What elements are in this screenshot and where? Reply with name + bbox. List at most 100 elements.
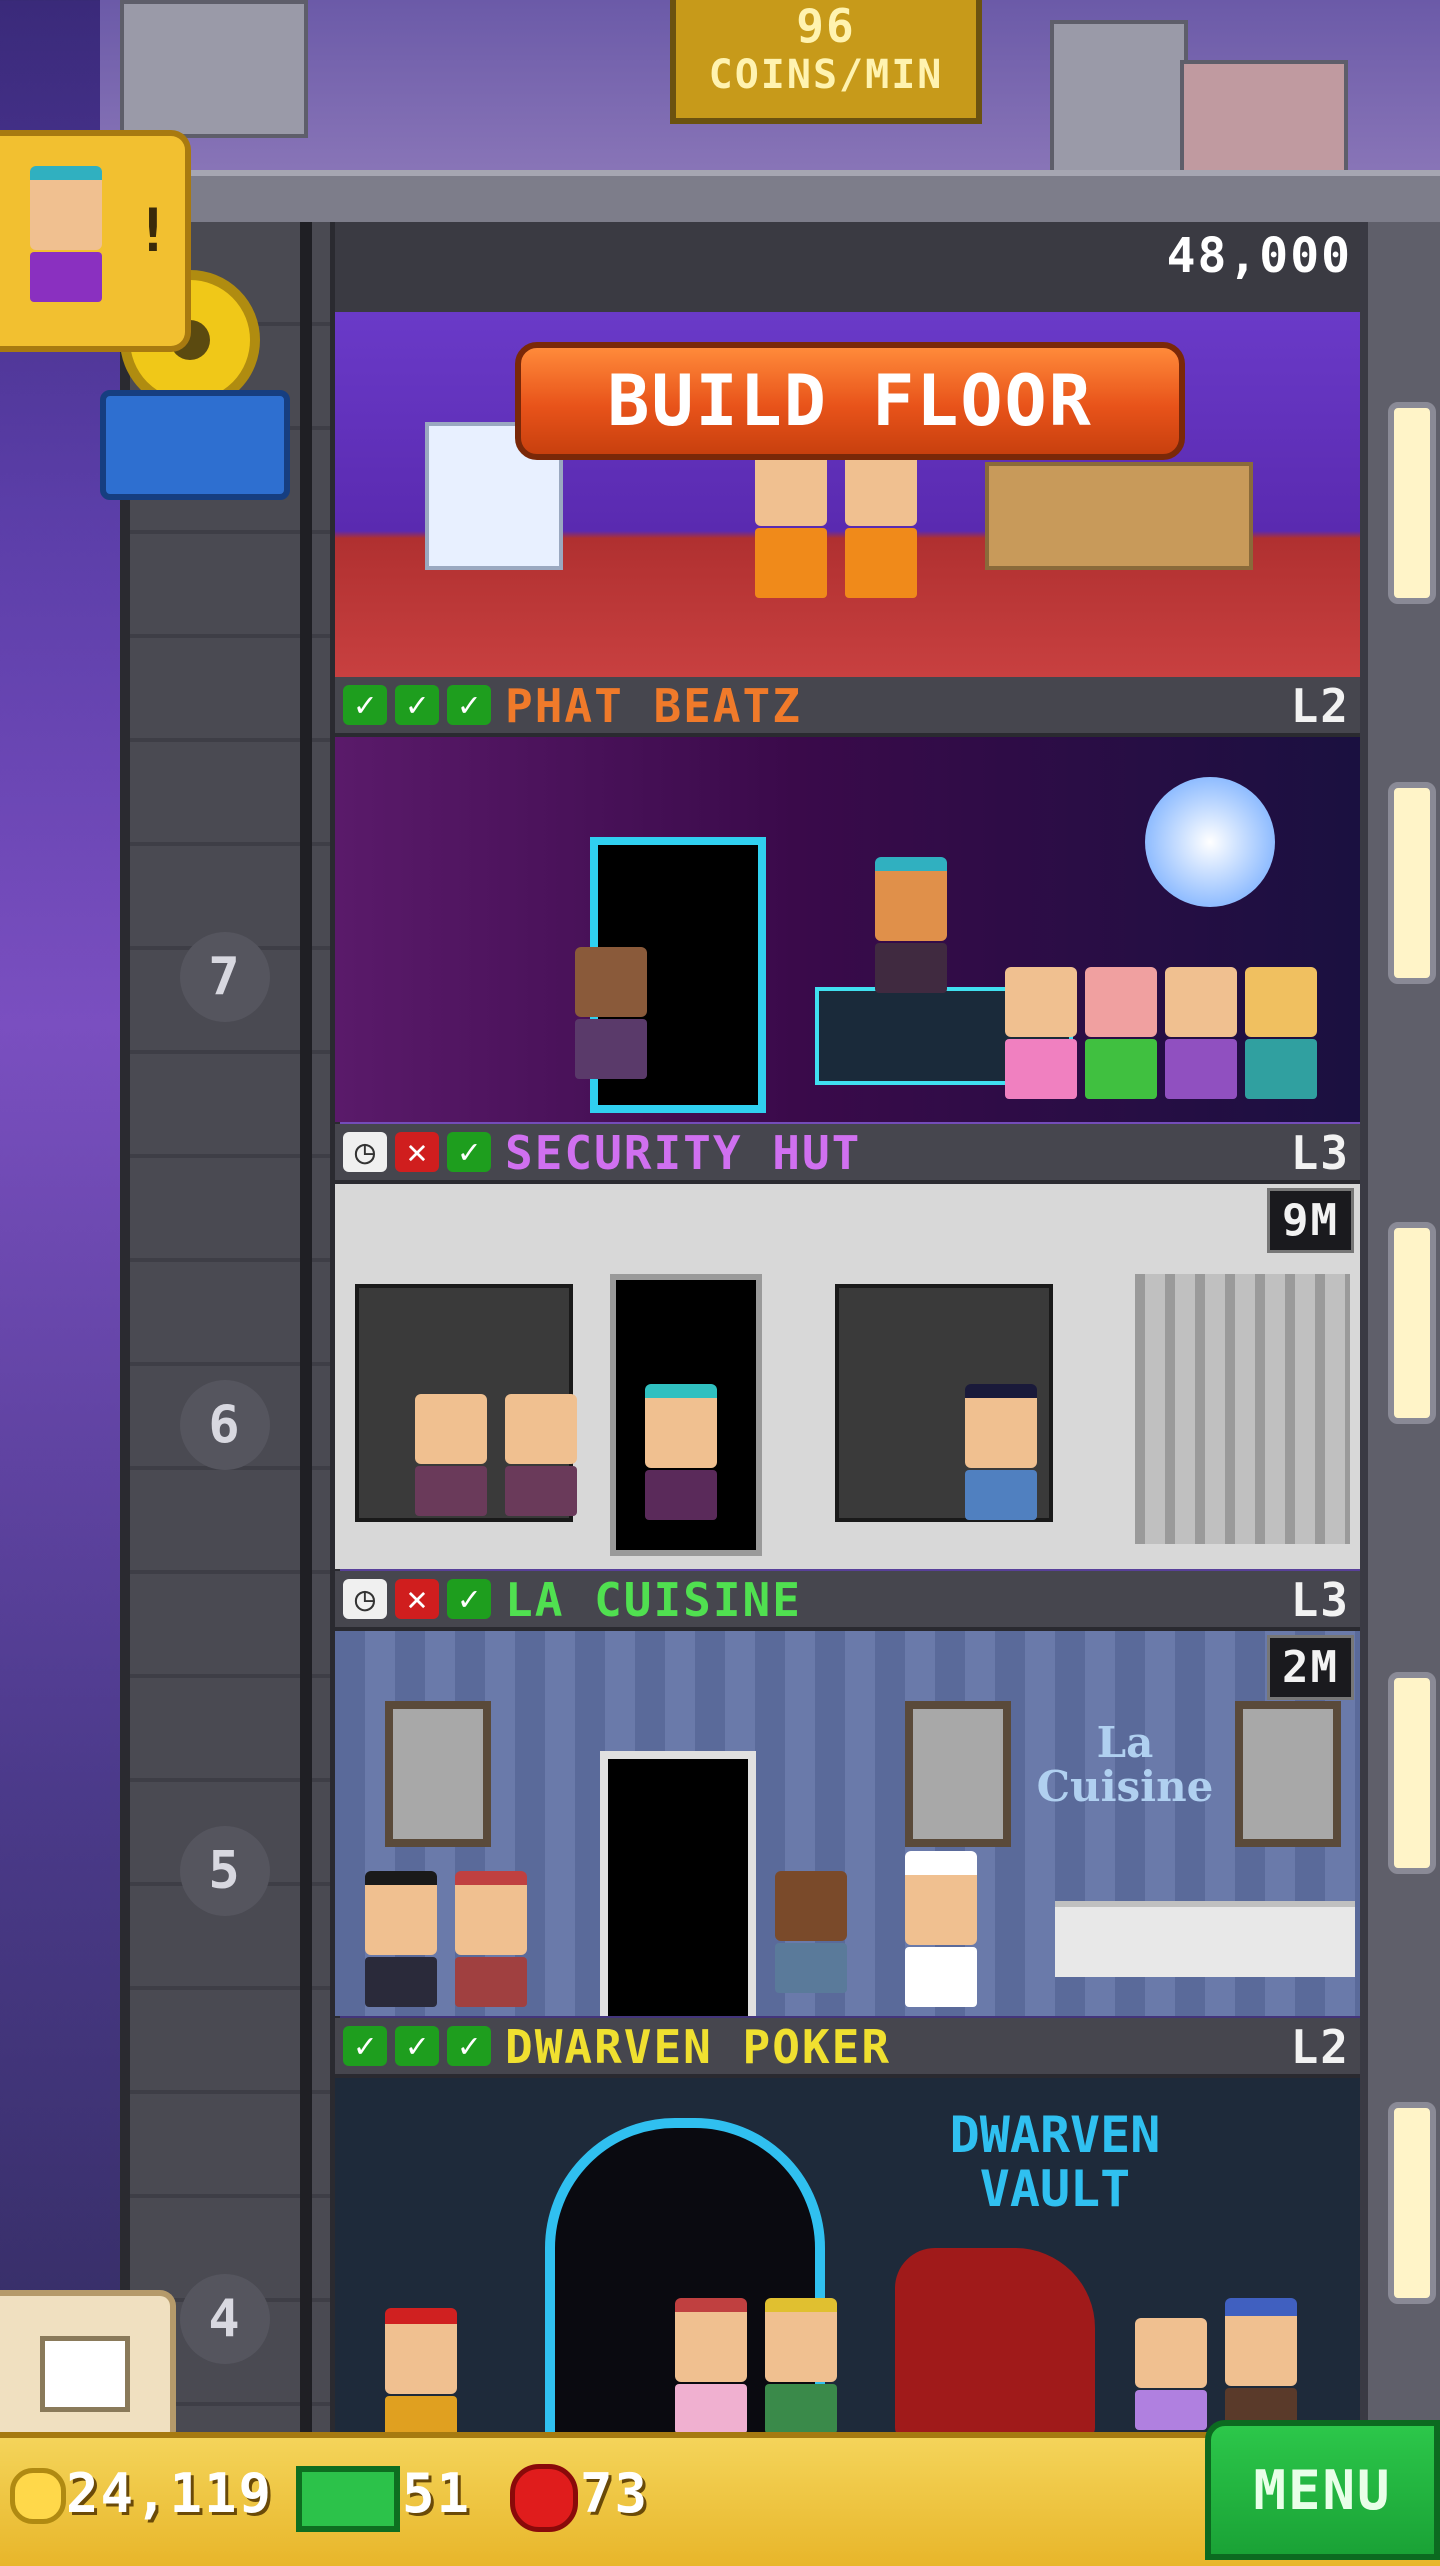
stocked-check-icon: ✓ bbox=[447, 2026, 491, 2066]
floor-dwarven-poker[interactable]: ✓ ✓ ✓ DWARVEN POKER L2 DWARVEN VAULT bbox=[335, 2018, 1360, 2432]
window-light bbox=[1388, 782, 1436, 984]
patron bbox=[575, 947, 647, 1079]
floor-level: L2 bbox=[1290, 2020, 1350, 2074]
gems-count: 73 bbox=[580, 2462, 650, 2525]
customer bbox=[675, 2298, 747, 2432]
dancer bbox=[1165, 967, 1237, 1099]
coins-per-min-label: COINS/MIN bbox=[708, 52, 944, 98]
customer bbox=[365, 1871, 437, 2007]
painting bbox=[1235, 1701, 1341, 1847]
coin-icon bbox=[10, 2468, 66, 2524]
floor-number-7: 7 bbox=[180, 932, 270, 1022]
worker bbox=[505, 1394, 577, 1516]
floor-header: ◷ ✕ ✓ LA CUISINE L3 bbox=[335, 1571, 1360, 1631]
chef bbox=[905, 1851, 977, 2007]
elevator-car[interactable] bbox=[100, 390, 290, 500]
dwarf-wizard bbox=[1225, 2298, 1297, 2432]
floor-header: ✓ ✓ ✓ DWARVEN POKER L2 bbox=[335, 2018, 1360, 2078]
stocked-check-icon: ✓ bbox=[447, 1132, 491, 1172]
clock-icon: ◷ bbox=[343, 1132, 387, 1172]
out-of-stock-x-icon: ✕ bbox=[395, 1579, 439, 1619]
construction-worker bbox=[845, 442, 917, 598]
nightclub-scene bbox=[335, 737, 1360, 1122]
restaurant-doorway bbox=[600, 1751, 756, 2016]
police-officer bbox=[965, 1384, 1037, 1520]
stocked-check-icon: ✓ bbox=[395, 685, 439, 725]
build-floor-button[interactable]: BUILD FLOOR bbox=[515, 342, 1185, 460]
customer bbox=[765, 2298, 837, 2432]
coins-per-min-value: 96 bbox=[796, 0, 856, 53]
roof-building bbox=[1180, 60, 1348, 178]
dwarven-vault-sign: DWARVEN VAULT bbox=[949, 2106, 1161, 2218]
window-light bbox=[1388, 402, 1436, 604]
dancer bbox=[1085, 967, 1157, 1099]
restaurant-scene: La Cuisine bbox=[335, 1631, 1360, 2016]
floor-title: DWARVEN POKER bbox=[505, 2020, 892, 2074]
window-light bbox=[1388, 1672, 1436, 1874]
coins-count: 24,119 bbox=[66, 2462, 274, 2525]
la-cuisine-sign: La Cuisine bbox=[1036, 1718, 1214, 1811]
floor-status: ◷ ✕ ✓ bbox=[343, 1579, 491, 1619]
disco-ball-icon bbox=[1145, 777, 1275, 907]
construction-worker bbox=[755, 442, 827, 598]
floor-phat-beatz[interactable]: ✓ ✓ ✓ PHAT BEATZ L2 bbox=[335, 677, 1360, 1122]
worker bbox=[645, 1384, 717, 1520]
coins-per-min-sign: 96 COINS/MIN bbox=[670, 0, 982, 124]
floor-title: PHAT BEATZ bbox=[505, 679, 802, 733]
vault-scene: DWARVEN VAULT bbox=[335, 2078, 1360, 2432]
visitor-avatar bbox=[30, 166, 102, 302]
floor-status: ✓ ✓ ✓ bbox=[343, 2026, 491, 2066]
dragon bbox=[895, 2248, 1095, 2432]
stock-indicator: 2M bbox=[1267, 1635, 1354, 1700]
stocked-check-icon: ✓ bbox=[395, 2026, 439, 2066]
floor-la-cuisine[interactable]: ◷ ✕ ✓ LA CUISINE L3 La Cuisine 2M bbox=[335, 1571, 1360, 2016]
elevator-cable bbox=[300, 222, 312, 2432]
floor-level: L3 bbox=[1290, 1573, 1350, 1627]
floor-title: SECURITY HUT bbox=[505, 1126, 862, 1180]
stocked-check-icon: ✓ bbox=[447, 1579, 491, 1619]
dancer bbox=[1005, 967, 1077, 1099]
dancer bbox=[1245, 967, 1317, 1099]
customer bbox=[1135, 2318, 1207, 2430]
floor-header: ◷ ✕ ✓ SECURITY HUT L3 bbox=[335, 1124, 1360, 1184]
dj-character bbox=[875, 857, 947, 993]
clock-icon: ◷ bbox=[343, 1579, 387, 1619]
floor-level: L3 bbox=[1290, 1126, 1350, 1180]
worker bbox=[775, 1871, 847, 1993]
floor-title: LA CUISINE bbox=[505, 1573, 802, 1627]
floor-header: ✓ ✓ ✓ PHAT BEATZ L2 bbox=[335, 677, 1360, 737]
roof-building bbox=[1050, 20, 1188, 178]
security-scene bbox=[335, 1184, 1360, 1569]
floor-number-4: 4 bbox=[180, 2274, 270, 2364]
build-cost: 48,000 bbox=[1166, 228, 1352, 284]
window-light bbox=[1388, 2102, 1436, 2304]
floor-status: ✓ ✓ ✓ bbox=[343, 685, 491, 725]
painting bbox=[905, 1701, 1011, 1847]
crate bbox=[985, 462, 1253, 570]
jail-cell bbox=[1135, 1274, 1350, 1544]
floor-number-6: 6 bbox=[180, 1380, 270, 1470]
stocked-check-icon: ✓ bbox=[343, 2026, 387, 2066]
visitor-notification-button[interactable]: ! bbox=[0, 130, 191, 352]
customer bbox=[455, 1871, 527, 2007]
dwarf bbox=[385, 2308, 457, 2432]
right-wall bbox=[1360, 222, 1440, 2432]
bux-count: 51 bbox=[402, 2462, 472, 2525]
floor-security-hut[interactable]: ◷ ✕ ✓ SECURITY HUT L3 9M bbox=[335, 1124, 1360, 1569]
worker bbox=[415, 1394, 487, 1516]
stock-indicator: 9M bbox=[1267, 1188, 1354, 1253]
build-floor[interactable]: 48,000 BUILD FLOOR bbox=[335, 222, 1360, 677]
floor-level: L2 bbox=[1290, 679, 1350, 733]
tower-bux-icon bbox=[296, 2466, 400, 2532]
roof-building bbox=[120, 0, 308, 138]
rooftop: 96 COINS/MIN bbox=[100, 0, 1440, 180]
floor-number-5: 5 bbox=[180, 1826, 270, 1916]
alert-exclamation-icon: ! bbox=[134, 196, 171, 266]
dining-table bbox=[1055, 1901, 1355, 1977]
out-of-stock-x-icon: ✕ bbox=[395, 1132, 439, 1172]
painting bbox=[385, 1701, 491, 1847]
window-light bbox=[1388, 1222, 1436, 1424]
inventory-crate-button[interactable] bbox=[0, 2290, 176, 2447]
stocked-check-icon: ✓ bbox=[447, 685, 491, 725]
menu-button[interactable]: MENU bbox=[1205, 2420, 1440, 2560]
